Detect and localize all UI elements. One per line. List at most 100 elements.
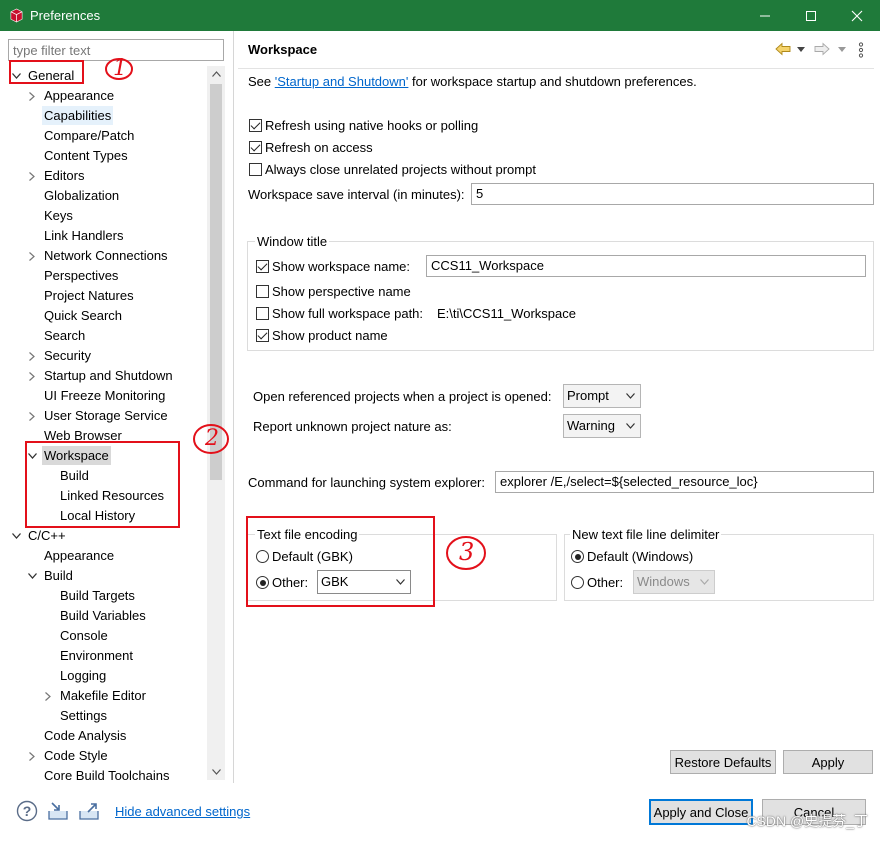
report-unknown-select[interactable]: Warning (563, 414, 641, 438)
scroll-down-arrow[interactable] (207, 764, 225, 780)
tree-item-label: Security (44, 348, 91, 363)
chevron-right-icon[interactable] (26, 86, 38, 106)
tree-item-startup-and-shutdown[interactable]: Startup and Shutdown (8, 366, 207, 386)
chevron-right-icon[interactable] (26, 366, 38, 386)
close-button[interactable] (834, 0, 880, 31)
chevron-up-icon (211, 71, 221, 77)
tree-item-capabilities[interactable]: Capabilities (8, 106, 207, 126)
hide-advanced-settings-link[interactable]: Hide advanced settings (115, 804, 250, 819)
tree-item-environment[interactable]: Environment (8, 646, 207, 666)
tree-item-build-targets[interactable]: Build Targets (8, 586, 207, 606)
tree-item-globalization[interactable]: Globalization (8, 186, 207, 206)
tree-item-build[interactable]: Build (8, 566, 207, 586)
tree-item-search[interactable]: Search (8, 326, 207, 346)
maximize-button[interactable] (788, 0, 834, 31)
open-referenced-label: Open referenced projects when a project … (253, 389, 552, 404)
tree-item-label: Appearance (44, 548, 115, 563)
show-product-name-checkbox[interactable] (256, 329, 269, 342)
tree-item-label: Makefile Editor (60, 688, 146, 703)
chevron-down-icon[interactable] (26, 566, 38, 586)
restore-defaults-button[interactable]: Restore Defaults (670, 750, 776, 774)
show-perspective-name-checkbox[interactable] (256, 285, 269, 298)
tree-item-link-handlers[interactable]: Link Handlers (8, 226, 207, 246)
startup-shutdown-link[interactable]: 'Startup and Shutdown' (275, 74, 409, 89)
chevron-right-icon[interactable] (26, 746, 38, 766)
close-icon (851, 10, 863, 21)
tree-item-compare-patch[interactable]: Compare/Patch (8, 126, 207, 146)
tree-item-keys[interactable]: Keys (8, 206, 207, 226)
forward-arrow-icon[interactable] (814, 42, 830, 56)
tree-item-label: Globalization (44, 188, 120, 203)
back-menu-chevron-icon[interactable] (797, 47, 805, 52)
open-referenced-select[interactable]: Prompt (563, 384, 641, 408)
annotation-label-1: 1 (113, 56, 127, 81)
save-interval-input[interactable]: 5 (471, 183, 874, 205)
tree-item-logging[interactable]: Logging (8, 666, 207, 686)
tree-item-build-variables[interactable]: Build Variables (8, 606, 207, 626)
import-icon[interactable] (46, 800, 70, 822)
chevron-right-icon[interactable] (26, 246, 38, 266)
chevron-right-icon[interactable] (42, 686, 54, 706)
tree-item-code-analysis[interactable]: Code Analysis (8, 726, 207, 746)
tree-item-makefile-editor[interactable]: Makefile Editor (8, 686, 207, 706)
export-icon[interactable] (77, 800, 101, 822)
tree-item-project-natures[interactable]: Project Natures (8, 286, 207, 306)
refresh-native-label: Refresh using native hooks or polling (265, 118, 479, 133)
tree-item-label: User Storage Service (44, 408, 168, 423)
tree-item-quick-search[interactable]: Quick Search (8, 306, 207, 326)
forward-menu-chevron-icon[interactable] (838, 47, 846, 52)
delimiter-other-radio[interactable] (571, 576, 584, 589)
tree-item-console[interactable]: Console (8, 626, 207, 646)
tree-item-network-connections[interactable]: Network Connections (8, 246, 207, 266)
delimiter-default-radio[interactable] (571, 550, 584, 563)
refresh-native-checkbox[interactable] (249, 119, 262, 132)
apply-button[interactable]: Apply (783, 750, 873, 774)
explorer-command-input[interactable]: explorer /E,/select=${selected_resource_… (495, 471, 874, 493)
delimiter-default-label: Default (Windows) (587, 549, 694, 564)
tree-item-editors[interactable]: Editors (8, 166, 207, 186)
apply-and-close-button[interactable]: Apply and Close (649, 799, 753, 825)
chevron-down-icon[interactable] (10, 526, 22, 546)
show-full-path-checkbox[interactable] (256, 307, 269, 320)
tree-item-label: Content Types (44, 148, 128, 163)
tree-item-settings[interactable]: Settings (8, 706, 207, 726)
chevron-down-icon (700, 579, 709, 585)
minimize-icon (760, 15, 770, 16)
tree-item-core-build-toolchains[interactable]: Core Build Toolchains (8, 766, 207, 780)
chevron-right-icon[interactable] (26, 346, 38, 366)
back-arrow-icon[interactable] (775, 42, 791, 56)
tree-item-code-style[interactable]: Code Style (8, 746, 207, 766)
tree-item-ui-freeze-monitoring[interactable]: UI Freeze Monitoring (8, 386, 207, 406)
page-title: Workspace (248, 42, 318, 57)
chevron-right-icon[interactable] (26, 406, 38, 426)
intro-text: See 'Startup and Shutdown' for workspace… (248, 74, 697, 89)
chevron-right-icon[interactable] (26, 166, 38, 186)
tree-item-perspectives[interactable]: Perspectives (8, 266, 207, 286)
maximize-icon (806, 10, 816, 21)
tree-item-label: Build Variables (60, 608, 146, 623)
pane-divider[interactable] (233, 31, 234, 783)
refresh-access-checkbox[interactable] (249, 141, 262, 154)
delimiter-select: Windows (633, 570, 715, 594)
show-workspace-name-checkbox[interactable] (256, 260, 269, 273)
tree-item-appearance[interactable]: Appearance (8, 86, 207, 106)
workspace-name-input[interactable]: CCS11_Workspace (426, 255, 866, 277)
view-menu-icon[interactable] (858, 42, 864, 58)
tree-item-label: Build Targets (60, 588, 135, 603)
tree-item-user-storage-service[interactable]: User Storage Service (8, 406, 207, 426)
refresh-access-label: Refresh on access (265, 140, 373, 155)
annotation-number-2: 2 (191, 422, 231, 462)
minimize-button[interactable] (742, 0, 788, 31)
scroll-thumb[interactable] (210, 84, 222, 480)
tree-item-security[interactable]: Security (8, 346, 207, 366)
always-close-checkbox[interactable] (249, 163, 262, 176)
report-unknown-value: Warning (567, 418, 615, 433)
tree-item-appearance[interactable]: Appearance (8, 546, 207, 566)
tree-item-c-c-[interactable]: C/C++ (8, 526, 207, 546)
scroll-up-arrow[interactable] (207, 66, 225, 82)
intro-prefix: See (248, 74, 275, 89)
tree-item-content-types[interactable]: Content Types (8, 146, 207, 166)
delimiter-value: Windows (637, 574, 690, 589)
help-icon[interactable]: ? (16, 800, 38, 822)
report-unknown-label: Report unknown project nature as: (253, 419, 452, 434)
